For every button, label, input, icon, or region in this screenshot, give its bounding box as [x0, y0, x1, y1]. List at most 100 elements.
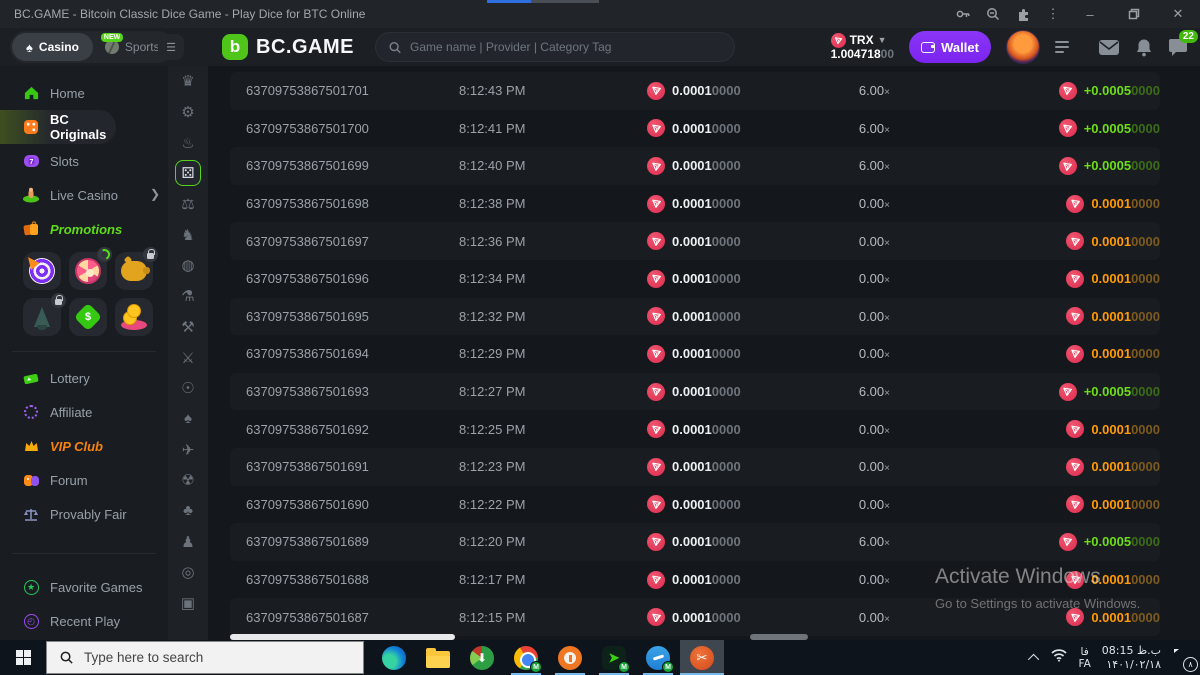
balance-selector[interactable]: TRX ▼ 1.00471800: [830, 33, 894, 61]
mail-icon[interactable]: [1098, 39, 1120, 56]
start-button[interactable]: [0, 640, 46, 675]
game-search[interactable]: [375, 32, 735, 62]
language-bottom: FA: [1078, 657, 1091, 670]
table-row[interactable]: 63709753867501691 8:12:23 PM 0.00010000 …: [230, 448, 1160, 486]
rail-game-icon[interactable]: ☢: [168, 465, 208, 496]
rail-game-icon[interactable]: ⚒: [168, 312, 208, 343]
sidebar-item-vip-club[interactable]: VIP Club: [0, 429, 168, 463]
table-row[interactable]: 63709753867501697 8:12:36 PM 0.00010000 …: [230, 222, 1160, 260]
rail-game-icon[interactable]: ♟: [168, 526, 208, 557]
table-row[interactable]: 63709753867501690 8:12:22 PM 0.00010000 …: [230, 486, 1160, 524]
table-row[interactable]: 63709753867501694 8:12:29 PM 0.00010000 …: [230, 335, 1160, 373]
rail-game-icon[interactable]: ☉: [168, 373, 208, 404]
table-row[interactable]: 63709753867501692 8:12:25 PM 0.00010000 …: [230, 410, 1160, 448]
rail-game-icon[interactable]: ♨: [168, 127, 208, 158]
taskbar-idm[interactable]: ⬇: [460, 640, 504, 675]
table-row[interactable]: 63709753867501696 8:12:34 PM 0.00010000 …: [230, 260, 1160, 298]
trx-coin-icon: [647, 532, 665, 551]
rail-game-icon[interactable]: ⚖: [168, 189, 208, 220]
table-row[interactable]: 63709753867501693 8:12:27 PM 0.00010000 …: [230, 373, 1160, 411]
favorite-star-icon: ★: [22, 578, 40, 596]
taskbar-openvpn[interactable]: [548, 640, 592, 675]
sidebar-item-slots[interactable]: 7 Slots: [0, 144, 168, 178]
rail-game-icon[interactable]: ♠: [168, 404, 208, 435]
taskbar-snipping-tool[interactable]: ✂: [680, 640, 724, 675]
sidebar-item-promotions[interactable]: Promotions: [0, 212, 168, 246]
table-row[interactable]: 63709753867501700 8:12:41 PM 0.00010000 …: [230, 110, 1160, 148]
table-row[interactable]: 63709753867501699 8:12:40 PM 0.00010000 …: [230, 147, 1160, 185]
tile-redeem-code[interactable]: $: [69, 298, 107, 336]
bet-multiplier: 6.00×: [858, 384, 890, 400]
browser-menu-icon[interactable]: ⋮: [1038, 0, 1068, 28]
restore-button[interactable]: [1112, 0, 1156, 28]
table-row[interactable]: 63709753867501701 8:12:43 PM 0.00010000 …: [230, 72, 1160, 110]
sidebar-item-provably-fair[interactable]: Provably Fair: [0, 497, 168, 531]
taskbar-app-green[interactable]: ➤ M: [592, 640, 636, 675]
edge-icon: [382, 645, 406, 670]
sidebar-collapse-button[interactable]: ☰: [158, 34, 184, 60]
piggy-bank-icon: [121, 261, 150, 281]
search-input[interactable]: [410, 40, 722, 54]
tile-lucky-wheel[interactable]: [69, 247, 112, 290]
taskbar-chrome[interactable]: M: [504, 640, 548, 675]
notifications-bell-icon[interactable]: [1135, 38, 1153, 57]
sidebar-item-recent-play[interactable]: ◴ Recent Play: [0, 604, 168, 638]
sidebar-item-lottery[interactable]: Lottery: [0, 361, 168, 395]
chat-icon[interactable]: 22: [1168, 29, 1198, 57]
sidebar-item-home[interactable]: Home: [0, 76, 168, 110]
table-row[interactable]: 63709753867501695 8:12:32 PM 0.00010000 …: [230, 298, 1160, 336]
bet-id: 63709753867501688: [246, 572, 369, 588]
rail-game-icon[interactable]: ⚔: [168, 342, 208, 373]
rail-game-icon[interactable]: ⚙: [168, 97, 208, 128]
rail-game-icon[interactable]: ♛: [168, 66, 208, 97]
table-row[interactable]: 63709753867501698 8:12:38 PM 0.00010000 …: [230, 185, 1160, 223]
bet-multiplier: 0.00×: [858, 609, 890, 625]
trx-coin-icon: [647, 495, 665, 514]
rail-game-icon[interactable]: ♣: [168, 496, 208, 527]
rail-game-icon[interactable]: ◍: [168, 250, 208, 281]
trx-coin-icon: [647, 570, 665, 589]
bet-id: 63709753867501698: [246, 196, 369, 212]
language-indicator[interactable]: فا FA: [1079, 646, 1091, 670]
taskbar-file-explorer[interactable]: [416, 640, 460, 675]
minimize-button[interactable]: –: [1068, 0, 1112, 28]
zoom-out-icon[interactable]: [978, 0, 1008, 28]
tab-loading-indicator: [487, 0, 531, 3]
rail-game-icon[interactable]: ▣: [168, 588, 208, 619]
table-row[interactable]: 63709753867501689 8:12:20 PM 0.00010000 …: [230, 523, 1160, 561]
avatar[interactable]: [1006, 30, 1040, 64]
sidebar-item-label: Promotions: [50, 221, 123, 237]
rail-game-icon[interactable]: ⚗: [168, 281, 208, 312]
extensions-icon[interactable]: [1008, 0, 1038, 28]
wifi-icon[interactable]: [1050, 648, 1068, 667]
sidebar-item-forum[interactable]: Forum: [0, 463, 168, 497]
rail-game-icon[interactable]: ◎: [168, 557, 208, 588]
watermark-line2: Go to Settings to activate Windows.: [935, 596, 1141, 611]
close-button[interactable]: ✕: [1156, 0, 1200, 28]
rail-game-icon[interactable]: ♞: [168, 219, 208, 250]
casino-tab[interactable]: ♠ Casino: [12, 33, 93, 61]
tile-spin-target[interactable]: [23, 252, 61, 290]
game-icon-rail: ♛ ⚙ ♨ ⚄ ⚖ ♞ ◍ ⚗ ⚒ ⚔ ☉ ♠ ✈ ☢ ♣ ♟ ◎ ▣: [168, 66, 208, 640]
tile-coin-drop[interactable]: [115, 298, 153, 336]
sidebar-item-favorite-games[interactable]: ★ Favorite Games: [0, 570, 168, 604]
brand[interactable]: b BC.GAME: [222, 34, 354, 60]
window-title: BC.GAME - Bitcoin Classic Dice Game - Pl…: [14, 7, 366, 21]
sidebar-item-bc-originals[interactable]: BC Originals: [0, 110, 116, 144]
taskbar-search[interactable]: Type here to search: [46, 641, 364, 674]
profile-menu-icon[interactable]: [1055, 41, 1069, 53]
tile-piggy-bank[interactable]: [115, 247, 158, 290]
rail-game-icon[interactable]: ⚄: [168, 158, 208, 189]
bet-id: 63709753867501690: [246, 496, 369, 512]
sidebar-item-live-casino[interactable]: Live Casino: [0, 178, 168, 212]
tile-rocket[interactable]: [23, 293, 66, 336]
taskbar-edge[interactable]: [372, 640, 416, 675]
rail-game-icon[interactable]: ✈: [168, 434, 208, 465]
tray-clock[interactable]: ب.ظ 08:15 ۱۴۰۱/۰۲/۱۸: [1102, 644, 1161, 671]
sidebar-item-affiliate[interactable]: Affiliate: [0, 395, 168, 429]
action-center-icon[interactable]: ۸: [1172, 649, 1198, 672]
wallet-button[interactable]: Wallet: [909, 31, 991, 63]
language-top: فا: [1080, 645, 1089, 658]
taskbar-app-blue[interactable]: M: [636, 640, 680, 675]
key-icon[interactable]: [948, 0, 978, 28]
